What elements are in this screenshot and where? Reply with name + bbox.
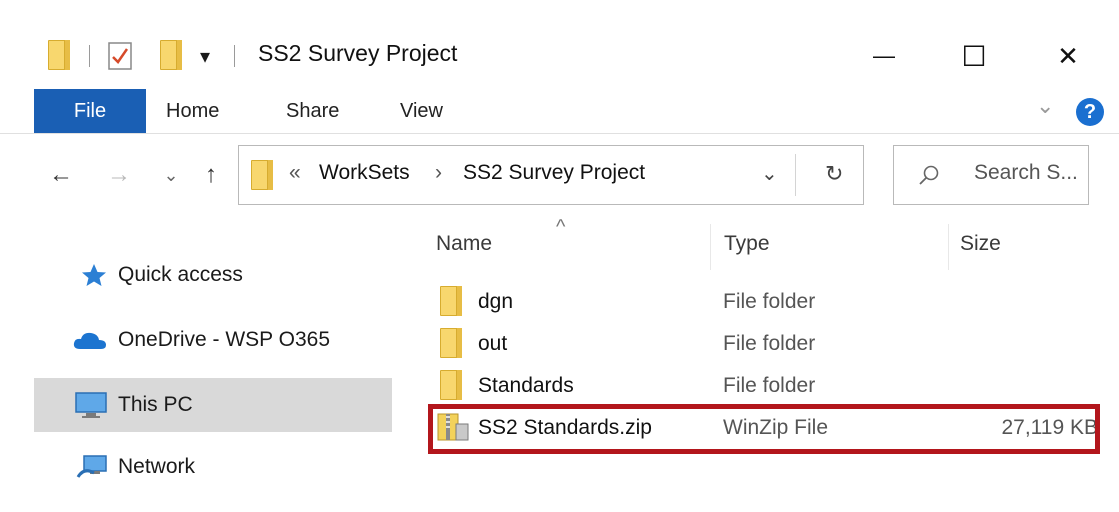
recent-locations-button[interactable]: ⌄ bbox=[160, 155, 182, 195]
sidebar-item-quick-access[interactable]: Quick access bbox=[34, 248, 392, 302]
title-bar: ▾ SS2 Survey Project — ☐ ✕ bbox=[0, 0, 1119, 88]
minimize-icon: — bbox=[873, 43, 895, 68]
folder-icon bbox=[440, 370, 462, 400]
file-name: dgn bbox=[478, 290, 514, 313]
sidebar-item-label: Quick access bbox=[118, 263, 243, 286]
column-header-type[interactable]: Type bbox=[724, 232, 770, 256]
ribbon-tabs: File Home Share View ⌄ bbox=[0, 89, 1119, 134]
file-type: File folder bbox=[723, 374, 816, 397]
monitor-icon bbox=[75, 392, 107, 418]
cloud-icon bbox=[73, 332, 106, 349]
highlight-annotation-box bbox=[428, 404, 1100, 454]
file-name: Standards bbox=[478, 374, 574, 397]
file-row-out[interactable]: out File folder bbox=[430, 324, 1102, 366]
sort-ascending-icon: ^ bbox=[556, 216, 566, 238]
network-icon bbox=[76, 455, 107, 478]
properties-checkmark-icon[interactable] bbox=[108, 42, 134, 70]
column-header-size[interactable]: Size bbox=[960, 232, 1001, 256]
sidebar-item-label: OneDrive - WSP O365 bbox=[118, 328, 331, 351]
column-header-name[interactable]: Name bbox=[436, 232, 492, 256]
file-row-dgn[interactable]: dgn File folder bbox=[430, 282, 1102, 324]
breadcrumb-ss2-survey-project[interactable]: SS2 Survey Project bbox=[463, 161, 645, 185]
breadcrumb-separator[interactable]: › bbox=[435, 161, 442, 185]
up-arrow-icon: ↑ bbox=[205, 161, 217, 188]
explorer-window: ▾ SS2 Survey Project — ☐ ✕ File Home Sha… bbox=[0, 0, 1119, 512]
sidebar-item-onedrive[interactable]: OneDrive - WSP O365 bbox=[34, 313, 392, 367]
breadcrumb-worksets[interactable]: WorkSets bbox=[319, 161, 410, 185]
tab-file[interactable]: File bbox=[34, 89, 146, 133]
column-divider[interactable] bbox=[710, 224, 711, 270]
navigation-pane: Quick access OneDrive - WSP O365 This PC… bbox=[0, 218, 398, 512]
window-title: SS2 Survey Project bbox=[258, 40, 458, 66]
tab-home[interactable]: Home bbox=[166, 89, 219, 133]
back-button[interactable]: ← bbox=[44, 155, 78, 195]
folder-icon bbox=[48, 40, 70, 70]
tab-share[interactable]: Share bbox=[286, 89, 339, 133]
qa-dropdown-icon[interactable]: ▾ bbox=[200, 44, 210, 69]
column-divider[interactable] bbox=[948, 224, 949, 270]
file-type: File folder bbox=[723, 290, 816, 313]
search-icon bbox=[919, 165, 939, 185]
minimize-button[interactable]: — bbox=[862, 36, 906, 76]
folder-icon bbox=[440, 328, 462, 358]
file-row-standards[interactable]: Standards File folder bbox=[430, 366, 1102, 408]
sidebar-item-label: This PC bbox=[118, 393, 193, 416]
maximize-icon: ☐ bbox=[961, 40, 987, 72]
file-type: File folder bbox=[723, 332, 816, 355]
ribbon-expand-icon[interactable]: ⌄ bbox=[1036, 93, 1054, 119]
address-bar[interactable]: « WorkSets › SS2 Survey Project ⌄ ↻ bbox=[238, 145, 864, 205]
close-button[interactable]: ✕ bbox=[1046, 36, 1090, 76]
search-box[interactable]: Search S... bbox=[893, 145, 1089, 205]
breadcrumb-overflow[interactable]: « bbox=[289, 161, 301, 185]
separator bbox=[234, 45, 235, 67]
folder-icon bbox=[251, 160, 273, 190]
file-list-header: ^ Name Type Size bbox=[416, 216, 1106, 278]
separator bbox=[89, 45, 90, 67]
sidebar-item-network[interactable]: Network bbox=[34, 440, 392, 494]
back-arrow-icon: ← bbox=[49, 161, 73, 188]
chevron-down-icon: ⌄ bbox=[163, 164, 179, 185]
folder-icon bbox=[440, 286, 462, 316]
search-input[interactable]: Search S... bbox=[974, 161, 1078, 185]
up-button[interactable]: ↑ bbox=[196, 155, 226, 195]
sidebar-item-this-pc[interactable]: This PC bbox=[34, 378, 392, 432]
tab-view[interactable]: View bbox=[400, 89, 443, 133]
address-dropdown-icon[interactable]: ⌄ bbox=[761, 161, 778, 186]
star-pin-icon bbox=[82, 264, 106, 286]
file-name: out bbox=[478, 332, 508, 355]
help-icon[interactable]: ? bbox=[1076, 98, 1104, 126]
separator bbox=[795, 154, 796, 196]
new-folder-icon[interactable] bbox=[160, 40, 182, 70]
maximize-button[interactable]: ☐ bbox=[952, 36, 996, 76]
close-icon: ✕ bbox=[1057, 40, 1079, 71]
refresh-icon[interactable]: ↻ bbox=[825, 161, 843, 187]
forward-button[interactable]: → bbox=[104, 155, 134, 195]
forward-arrow-icon: → bbox=[107, 161, 131, 188]
sidebar-item-label: Network bbox=[118, 455, 196, 478]
